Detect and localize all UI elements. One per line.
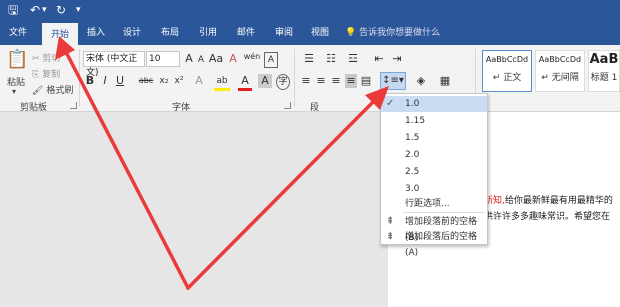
arrow-to-line-spacing: [186, 98, 377, 290]
arrow-head-home: [55, 36, 75, 60]
arrow-to-home-tab: [64, 50, 190, 290]
annotation-arrows: [55, 36, 389, 290]
